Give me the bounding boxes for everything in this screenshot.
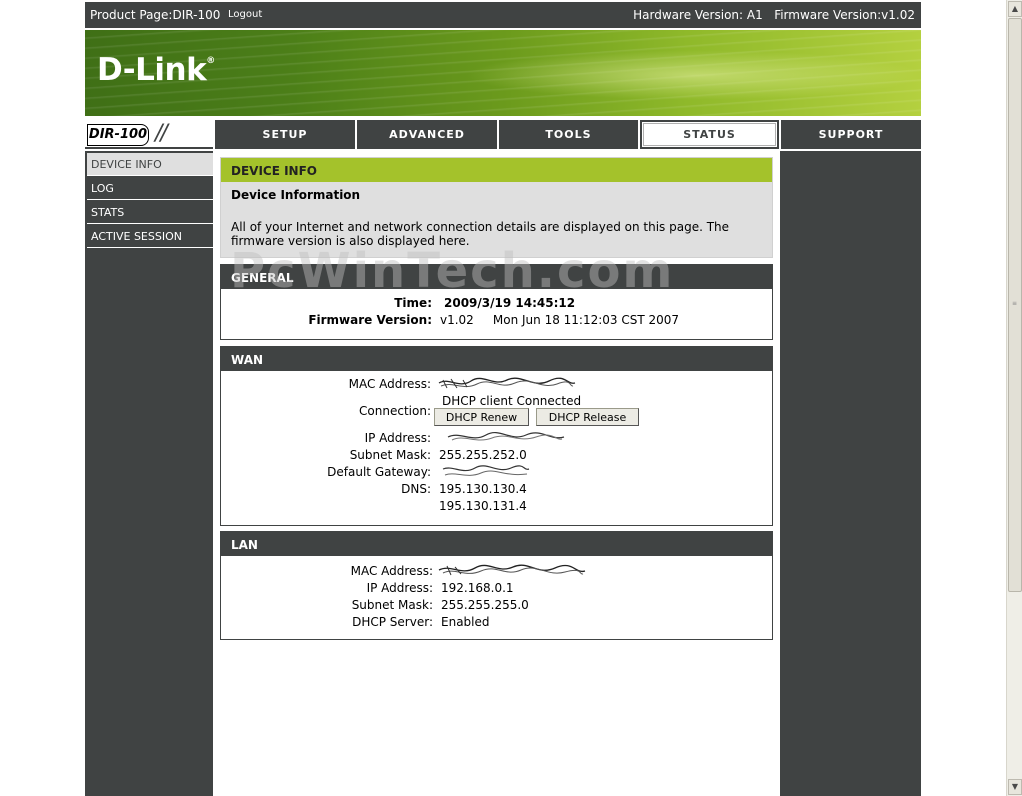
firmware-row: Firmware Version: v1.02 Mon Jun 18 11:12… <box>221 313 772 329</box>
top-bar: Product Page:DIR-100 Logout Hardware Ver… <box>85 2 921 28</box>
vertical-scrollbar[interactable]: ▲ ≡ ▼ <box>1006 0 1022 796</box>
model-slashes: // <box>155 121 168 146</box>
right-panel <box>780 151 921 796</box>
wan-dns1-value: 195.130.130.4 <box>439 482 527 496</box>
version-info: Hardware Version: A1 Firmware Version:v1… <box>633 8 915 22</box>
model-name: DIR-100 <box>87 124 149 146</box>
hardware-version: Hardware Version: A1 <box>633 8 763 22</box>
wan-mac-redacted <box>438 377 576 389</box>
product-page-label: Product Page: <box>90 8 173 22</box>
device-info-header: DEVICE INFO <box>221 158 772 182</box>
firmware-version: Firmware Version:v1.02 <box>774 8 915 22</box>
wan-mac-label: MAC Address: <box>348 377 431 391</box>
wan-gateway-row: Default Gateway: <box>221 465 772 481</box>
time-value: 2009/3/19 14:45:12 <box>444 296 576 310</box>
dhcp-release-button[interactable]: DHCP Release <box>536 408 639 426</box>
lan-mac-label: MAC Address: <box>350 564 433 578</box>
lan-subnet-label: Subnet Mask: <box>351 598 433 612</box>
time-label: Time: <box>394 296 432 310</box>
wan-gateway-redacted <box>442 465 530 476</box>
tab-status[interactable]: STATUS <box>640 120 779 149</box>
scroll-up-arrow-icon[interactable]: ▲ <box>1008 1 1022 17</box>
tab-support[interactable]: SUPPORT <box>781 120 921 149</box>
lan-dhcp-value: Enabled <box>441 615 490 629</box>
dhcp-renew-button[interactable]: DHCP Renew <box>434 408 529 426</box>
device-info-description: All of your Internet and network connect… <box>231 220 730 248</box>
lan-ip-label: IP Address: <box>366 581 433 595</box>
time-row: Time: 2009/3/19 14:45:12 <box>221 296 772 312</box>
firmware-label: Firmware Version: <box>308 313 432 327</box>
product-page: Product Page:DIR-100 <box>90 8 220 22</box>
wan-gateway-label: Default Gateway: <box>327 465 431 479</box>
scrollbar-grip-icon: ≡ <box>1012 300 1018 307</box>
tab-status-label: STATUS <box>683 128 736 141</box>
sidebar-item-device-info[interactable]: DEVICE INFO <box>87 153 213 176</box>
banner-glow <box>465 50 921 100</box>
wan-subnet-value: 255.255.252.0 <box>439 448 527 462</box>
registered-mark: ® <box>206 56 215 66</box>
header-banner: D-Link® <box>85 30 921 116</box>
device-info-subtitle: Device Information <box>231 188 361 202</box>
product-page-value: DIR-100 <box>172 8 221 22</box>
wan-ip-redacted <box>447 432 565 441</box>
lan-ip-value: 192.168.0.1 <box>441 581 514 595</box>
logout-link[interactable]: Logout <box>228 9 262 20</box>
wan-connection-label: Connection: <box>359 404 431 418</box>
lan-mac-redacted <box>438 564 586 576</box>
wan-dns-label: DNS: <box>401 482 431 496</box>
lan-mac-row: MAC Address: <box>221 564 772 580</box>
logo-text: D-Link <box>97 52 207 88</box>
lan-header: LAN <box>221 532 772 556</box>
lan-ip-row: IP Address: 192.168.0.1 <box>221 581 772 597</box>
lan-section: LAN MAC Address: IP Address: 192.168.0.1… <box>220 531 773 640</box>
lan-dhcp-row: DHCP Server: Enabled <box>221 615 772 631</box>
device-info-box: DEVICE INFO Device Information All of yo… <box>220 157 773 258</box>
tab-tools[interactable]: TOOLS <box>499 120 638 149</box>
wan-ip-row: IP Address: <box>221 431 772 447</box>
wan-subnet-row: Subnet Mask: 255.255.252.0 <box>221 448 772 464</box>
model-box: DIR-100 // <box>85 120 215 149</box>
sidebar: DEVICE INFO LOG STATS ACTIVE SESSION <box>85 151 213 796</box>
tab-advanced[interactable]: ADVANCED <box>357 120 497 149</box>
general-section: GENERAL Time: 2009/3/19 14:45:12 Firmwar… <box>220 264 773 340</box>
general-header: GENERAL <box>221 265 772 289</box>
dlink-logo: D-Link® <box>97 52 215 88</box>
scrollbar-thumb[interactable]: ≡ <box>1008 18 1022 592</box>
wan-mac-row: MAC Address: <box>221 377 772 393</box>
model-underline <box>85 147 213 149</box>
wan-header: WAN <box>221 347 772 371</box>
main-nav: DIR-100 // SETUP ADVANCED TOOLS STATUS S… <box>85 120 921 149</box>
wan-subnet-label: Subnet Mask: <box>349 448 431 462</box>
firmware-value: v1.02 Mon Jun 18 11:12:03 CST 2007 <box>440 313 680 327</box>
lan-dhcp-label: DHCP Server: <box>352 615 433 629</box>
scroll-down-arrow-icon[interactable]: ▼ <box>1008 779 1022 795</box>
sidebar-item-active-session[interactable]: ACTIVE SESSION <box>87 225 213 248</box>
tab-setup[interactable]: SETUP <box>215 120 355 149</box>
wan-dns-row: DNS: 195.130.130.4 <box>221 482 772 498</box>
wan-dns2-row: 195.130.131.4 <box>221 499 772 515</box>
wan-ip-label: IP Address: <box>364 431 431 445</box>
sidebar-item-log[interactable]: LOG <box>87 177 213 200</box>
sidebar-item-stats[interactable]: STATS <box>87 201 213 224</box>
lan-subnet-value: 255.255.255.0 <box>441 598 529 612</box>
lan-subnet-row: Subnet Mask: 255.255.255.0 <box>221 598 772 614</box>
wan-dns2-value: 195.130.131.4 <box>439 499 527 513</box>
wan-section: WAN MAC Address: DHCP client Connected C… <box>220 346 773 526</box>
